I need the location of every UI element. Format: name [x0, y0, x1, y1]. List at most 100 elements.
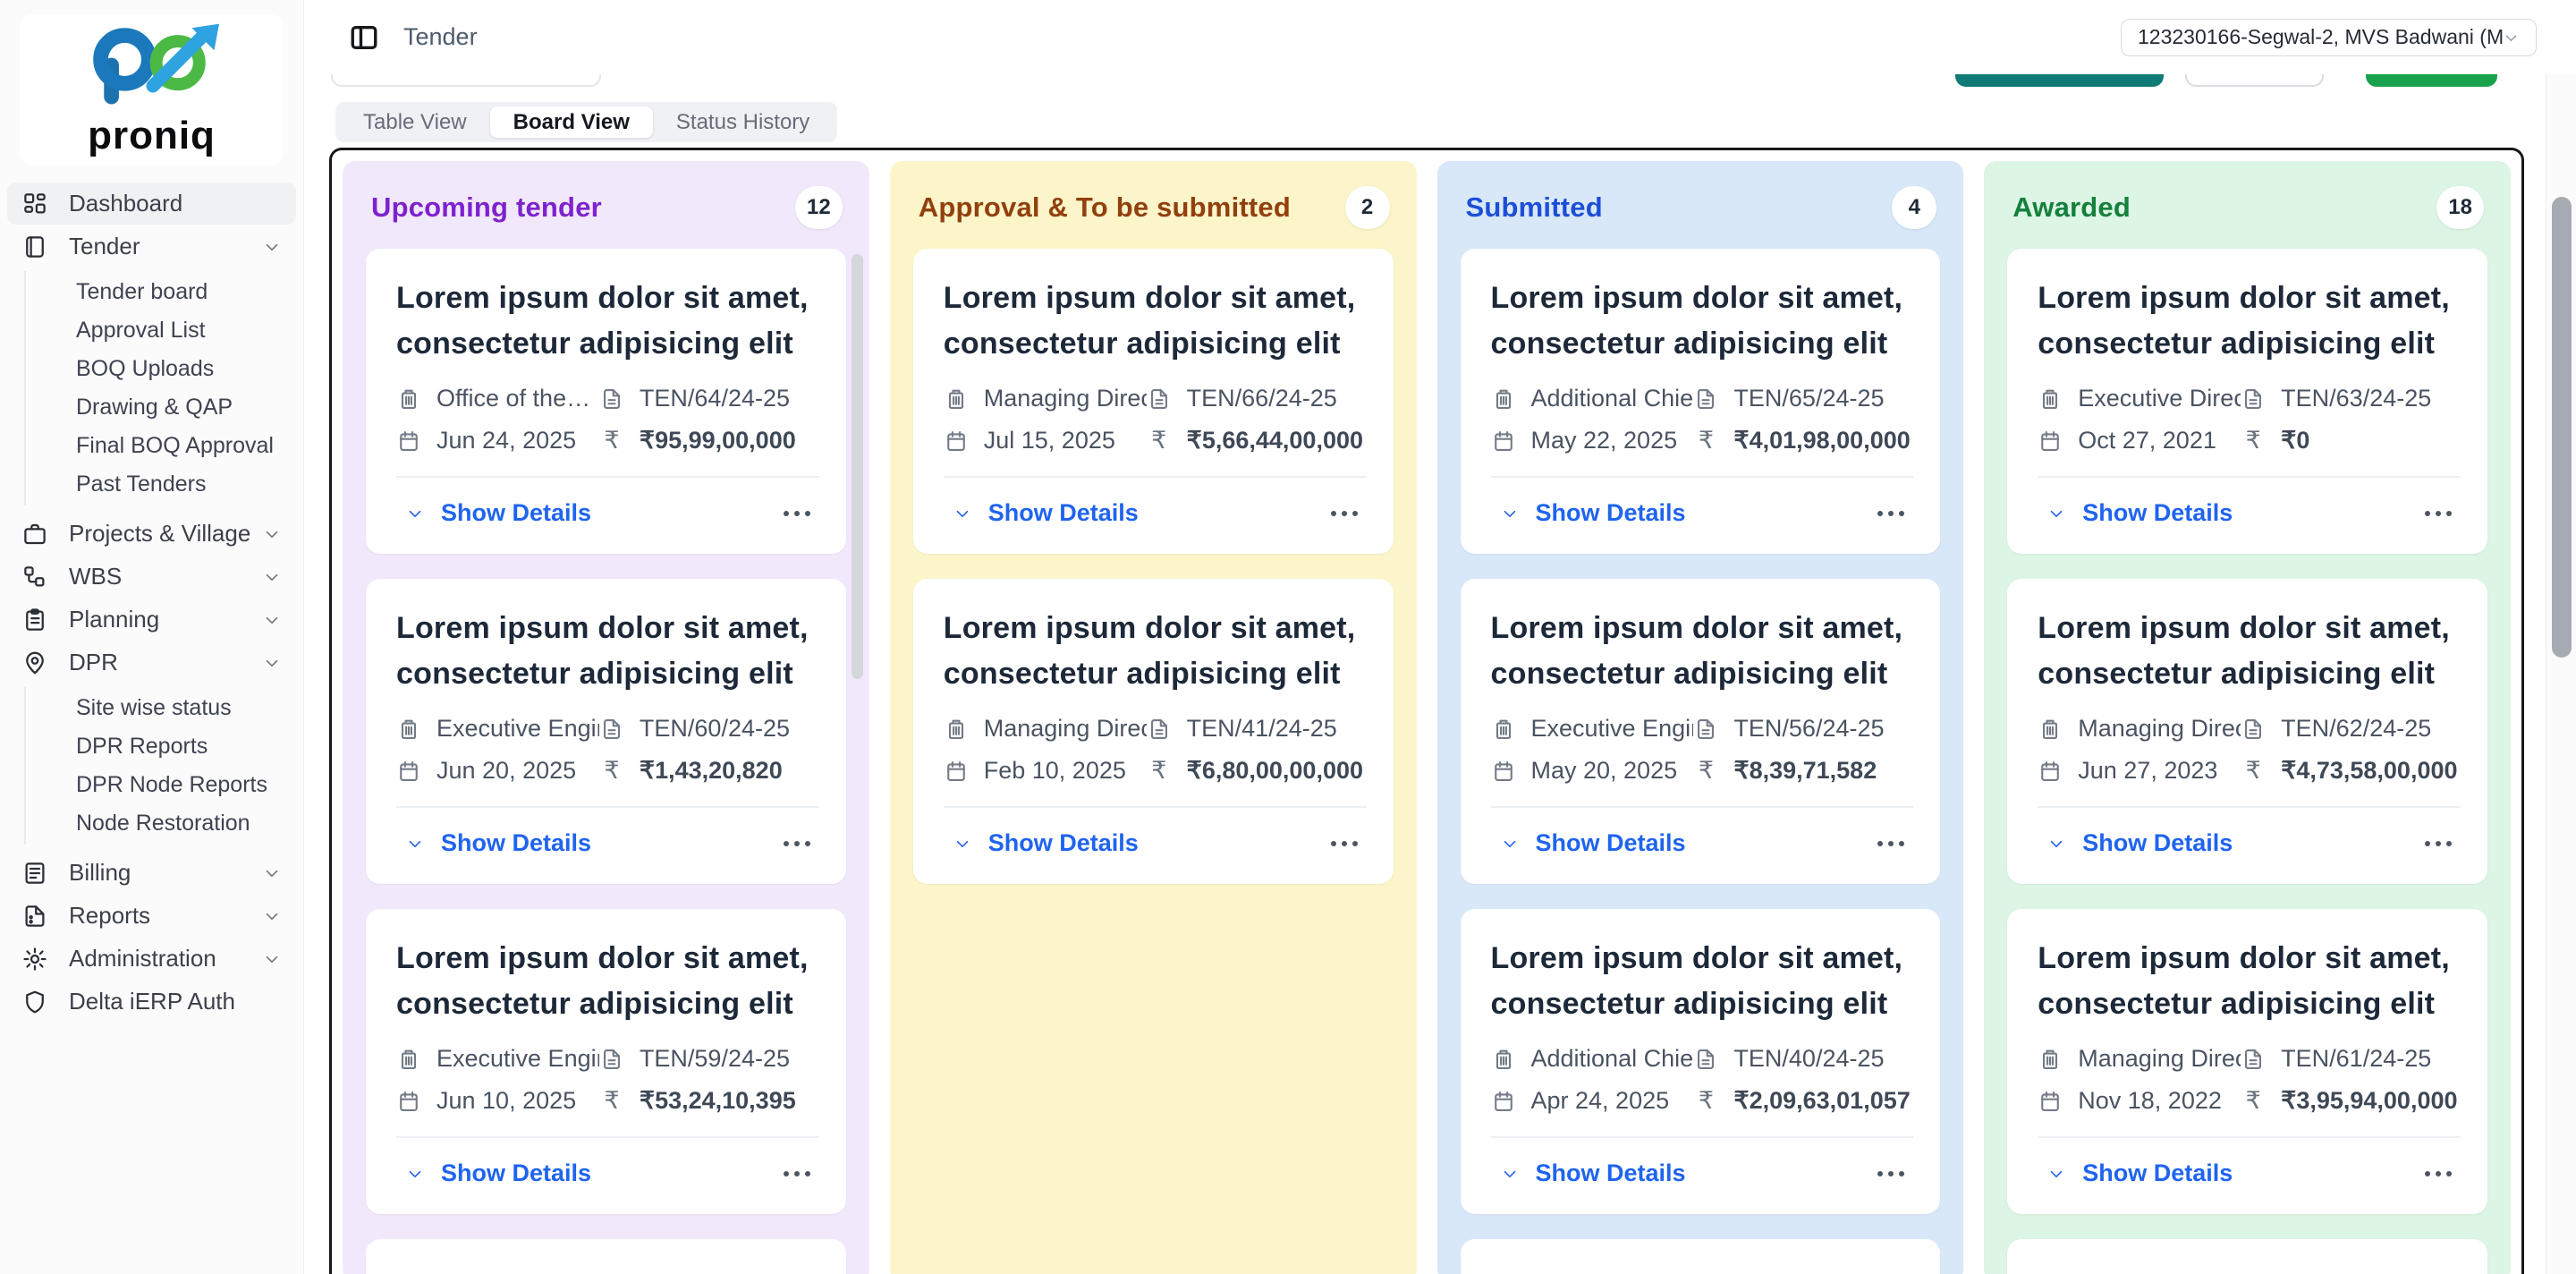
- tender-card[interactable]: Lorem ipsum dolor sit amet, consectetur …: [366, 1239, 846, 1274]
- tender-card-meta: Executive Engineer,… TEN/59/24-25 Jun 10…: [396, 1045, 819, 1115]
- sidebar-subsection: Site wise statusDPR ReportsDPR Node Repo…: [24, 687, 303, 845]
- tender-card[interactable]: Lorem ipsum dolor sit amet, consectetur …: [2007, 579, 2487, 884]
- sidebar-item-node-restoration[interactable]: Node Restoration: [26, 804, 303, 843]
- calendar-icon: [396, 759, 421, 784]
- tender-date: Jun 27, 2023: [2038, 757, 2241, 785]
- tab-status-history[interactable]: Status History: [653, 106, 833, 138]
- sidebar-item-dashboard[interactable]: Dashboard: [7, 183, 296, 225]
- tender-card-title: Lorem ipsum dolor sit amet, consectetur …: [2038, 276, 2461, 367]
- page-title: Tender: [403, 23, 478, 51]
- sidebar-item-tender[interactable]: Tender: [7, 225, 296, 268]
- tab-board-view[interactable]: Board View: [490, 106, 653, 138]
- tender-board: Upcoming tender 12 Lorem ipsum dolor sit…: [329, 148, 2524, 1274]
- sidebar-item-dpr-node-reports[interactable]: DPR Node Reports: [26, 766, 303, 804]
- tender-amount: ₹₹95,99,00,000: [599, 427, 819, 454]
- tender-card[interactable]: Lorem ipsum dolor sit amet, consectetur …: [2007, 1239, 2487, 1274]
- card-menu-button[interactable]: [1327, 505, 1361, 522]
- search-input-partial[interactable]: [331, 74, 601, 87]
- show-details-link[interactable]: Show Details: [1536, 829, 1686, 857]
- tender-card[interactable]: Lorem ipsum dolor sit amet, consectetur …: [913, 579, 1394, 884]
- sidebar-item-approval-list[interactable]: Approval List: [26, 311, 303, 350]
- calendar-icon: [396, 1089, 421, 1114]
- tender-organisation: Additional Chief…: [1491, 385, 1694, 412]
- card-menu-button[interactable]: [780, 836, 814, 852]
- sidebar-item-label: WBS: [69, 563, 122, 590]
- show-details-link[interactable]: Show Details: [441, 829, 591, 857]
- sidebar-toggle-icon[interactable]: [349, 22, 379, 53]
- chevron-down-icon: [262, 653, 282, 673]
- tender-card[interactable]: Lorem ipsum dolor sit amet, consectetur …: [366, 579, 846, 884]
- sidebar-item-planning[interactable]: Planning: [7, 599, 296, 641]
- board-column-submitted: Submitted 4 Lorem ipsum dolor sit amet, …: [1437, 161, 1964, 1274]
- sidebar-item-dpr[interactable]: DPR: [7, 641, 296, 684]
- sidebar-item-projects-village[interactable]: Projects & Village: [7, 513, 296, 555]
- card-menu-button[interactable]: [2421, 1166, 2455, 1182]
- window-scrollbar[interactable]: [2546, 74, 2576, 1274]
- card-menu-button[interactable]: [780, 505, 814, 522]
- calendar-icon: [944, 759, 969, 784]
- document-icon: [2241, 1047, 2266, 1072]
- card-menu-button[interactable]: [1874, 836, 1908, 852]
- tab-table-view[interactable]: Table View: [340, 106, 490, 138]
- sidebar-item-reports[interactable]: Reports: [7, 895, 296, 937]
- calendar-icon: [944, 429, 969, 454]
- card-footer: Show Details: [944, 808, 1367, 866]
- partial-button-outline[interactable]: [2185, 74, 2324, 87]
- sidebar-item-drawing-qap[interactable]: Drawing & QAP: [26, 388, 303, 427]
- tender-card[interactable]: Lorem ipsum dolor sit amet, consectetur …: [366, 249, 846, 554]
- tender-reference: TEN/41/24-25: [1147, 715, 1367, 743]
- sidebar-item-site-wise-status[interactable]: Site wise status: [26, 689, 303, 727]
- tender-card[interactable]: Lorem ipsum dolor sit amet, consectetur …: [1461, 909, 1941, 1214]
- tender-card[interactable]: Lorem ipsum dolor sit amet, consectetur …: [2007, 249, 2487, 554]
- tender-card[interactable]: Lorem ipsum dolor sit amet, consectetur …: [913, 249, 1394, 554]
- tender-card-title: Lorem ipsum dolor sit amet, consectetur …: [1491, 1266, 1914, 1274]
- show-details-link[interactable]: Show Details: [441, 499, 591, 527]
- sidebar-item-billing[interactable]: Billing: [7, 852, 296, 894]
- sidebar-item-delta-ierp-auth[interactable]: Delta iERP Auth: [7, 981, 296, 1023]
- tender-organisation: Executive Engineer…: [396, 715, 599, 743]
- show-details-link[interactable]: Show Details: [1536, 499, 1686, 527]
- card-menu-button[interactable]: [2421, 505, 2455, 522]
- show-details-link[interactable]: Show Details: [988, 829, 1139, 857]
- tender-reference: TEN/61/24-25: [2241, 1045, 2461, 1073]
- sidebar-item-label: DPR: [69, 649, 118, 676]
- building-icon: [944, 717, 969, 742]
- partial-button-teal[interactable]: [1955, 74, 2164, 87]
- sidebar-item-final-boq-approval[interactable]: Final BOQ Approval: [26, 427, 303, 465]
- sidebar-item-wbs[interactable]: WBS: [7, 556, 296, 598]
- partial-button-green[interactable]: [2366, 74, 2497, 87]
- tender-card[interactable]: Lorem ipsum dolor sit amet, consectetur …: [1461, 249, 1941, 554]
- tender-card[interactable]: Lorem ipsum dolor sit amet, consectetur …: [1461, 1239, 1941, 1274]
- calendar-icon: [1491, 1089, 1516, 1114]
- card-menu-button[interactable]: [1874, 1166, 1908, 1182]
- show-details-link[interactable]: Show Details: [1536, 1159, 1686, 1187]
- sidebar-item-administration[interactable]: Administration: [7, 938, 296, 980]
- show-details-link[interactable]: Show Details: [2082, 1159, 2233, 1187]
- card-menu-button[interactable]: [1327, 836, 1361, 852]
- rupee-icon: ₹: [1693, 1089, 1718, 1114]
- window-scrollbar-thumb[interactable]: [2552, 197, 2572, 658]
- show-details-link[interactable]: Show Details: [2082, 499, 2233, 527]
- tender-card[interactable]: Lorem ipsum dolor sit amet, consectetur …: [366, 909, 846, 1214]
- project-selector[interactable]: 123230166-Segwal-2, MVS Badwani (MP): [2121, 19, 2537, 56]
- show-details-link[interactable]: Show Details: [441, 1159, 591, 1187]
- card-menu-button[interactable]: [2421, 836, 2455, 852]
- dashboard-icon: [21, 191, 48, 217]
- column-title: Approval & To be submitted: [919, 191, 1291, 224]
- column-scrollbar-thumb[interactable]: [852, 254, 863, 679]
- tender-reference: TEN/65/24-25: [1693, 385, 1913, 412]
- chevron-down-icon: [405, 1164, 425, 1184]
- tender-card[interactable]: Lorem ipsum dolor sit amet, consectetur …: [1461, 579, 1941, 884]
- sidebar-item-past-tenders[interactable]: Past Tenders: [26, 465, 303, 504]
- tender-card[interactable]: Lorem ipsum dolor sit amet, consectetur …: [2007, 909, 2487, 1214]
- sidebar-item-boq-uploads[interactable]: BOQ Uploads: [26, 350, 303, 388]
- sidebar-item-tender-board[interactable]: Tender board: [26, 273, 303, 311]
- show-details-link[interactable]: Show Details: [2082, 829, 2233, 857]
- sidebar-item-dpr-reports[interactable]: DPR Reports: [26, 727, 303, 766]
- card-menu-button[interactable]: [1874, 505, 1908, 522]
- show-details-link[interactable]: Show Details: [988, 499, 1139, 527]
- document-icon: [1147, 717, 1172, 742]
- card-menu-button[interactable]: [780, 1166, 814, 1182]
- tender-amount: ₹₹5,66,44,00,000: [1147, 427, 1367, 454]
- card-footer: Show Details: [2038, 1138, 2461, 1196]
